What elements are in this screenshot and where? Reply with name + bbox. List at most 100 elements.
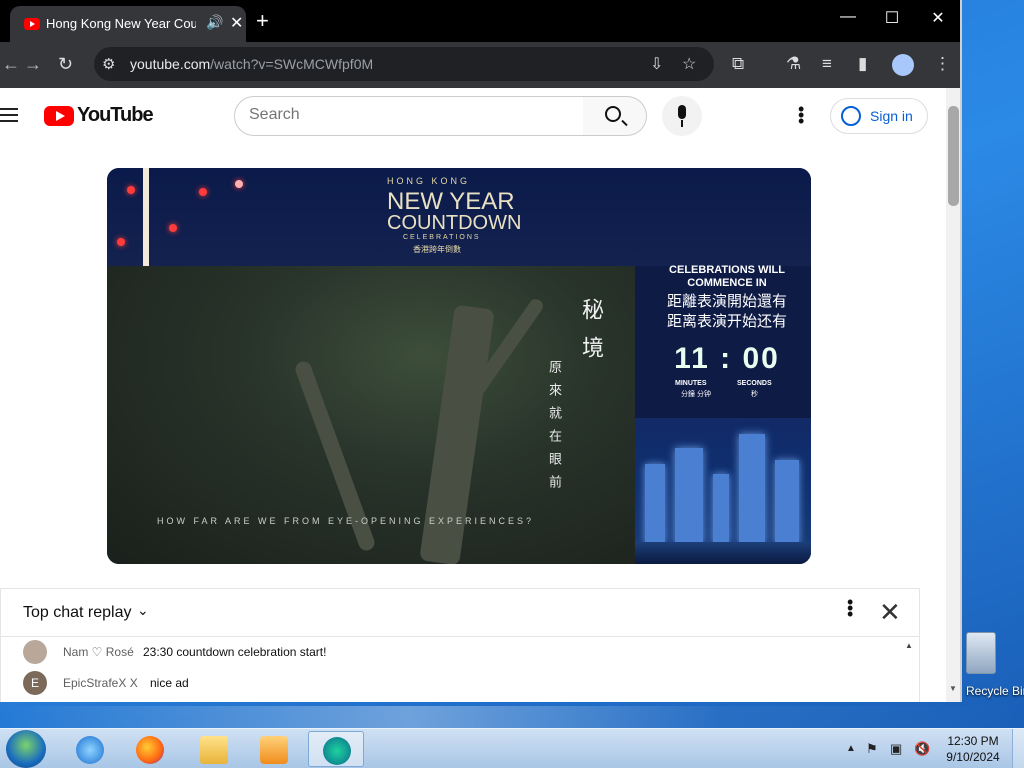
tab-close-button[interactable]: ✕ [230,13,243,33]
skyline-building [775,460,799,544]
network-icon[interactable]: ▣ [890,741,902,757]
chat-kebab-icon[interactable]: • • • [847,593,853,623]
chat-header: Top chat replay ⌄ • • • ✕ [1,589,919,637]
search-input[interactable] [249,106,569,124]
tab-strip: Hong Kong New Year Countdown Celebration… [0,0,960,42]
folder-icon [200,736,228,764]
extensions-icon[interactable]: ⧉ [732,54,744,74]
profile-avatar-icon[interactable] [892,54,914,76]
firework-trail [143,168,149,268]
minutes-label-zh: 分鐘 分钟 [681,391,711,398]
chat-author[interactable]: EpicStrafeX X [63,676,138,690]
chrome-menu-icon[interactable]: ⋮ [934,54,951,74]
url-text[interactable]: youtube.com/watch?v=SWcMCWfpf0M [130,56,373,72]
show-desktop-button[interactable] [1012,729,1024,768]
chat-scroll-up-icon[interactable]: ▲ [905,641,913,650]
url-domain: youtube.com [130,56,211,72]
media-player-icon [260,736,288,764]
start-button[interactable] [6,730,46,768]
video-hk-label: HONG KONG [387,176,471,186]
commence-zh-trad: 距離表演開始還有 [666,293,787,310]
video-player[interactable]: HONG KONG NEW YEAR COUNTDOWN CELEBRATION… [107,168,811,564]
commence-zh-simp: 距离表演开始还有 [666,313,787,330]
firework-spark [169,224,177,232]
show-hidden-icons-icon[interactable]: ▲ [846,743,856,754]
search-box[interactable] [234,96,584,136]
bookmark-star-icon[interactable]: ☆ [682,54,696,74]
action-center-flag-icon[interactable]: ⚑ [866,741,878,757]
back-icon[interactable]: ← [2,54,20,75]
firefox-icon [136,736,164,764]
scrollbar-thumb[interactable] [948,106,959,206]
skyline-building [645,464,665,544]
taskbar-ie[interactable] [62,731,118,767]
firework-spark [117,238,125,246]
system-clock[interactable]: 12:30 PM 9/10/2024 [938,733,1008,765]
recycle-bin-icon[interactable] [966,632,996,674]
chat-author[interactable]: Nam ♡ Rosé [63,645,134,659]
install-app-icon[interactable]: ⇩ [650,54,663,74]
vertical-title: 秘境 [579,298,604,374]
avatar[interactable]: E [23,671,47,695]
sign-in-button[interactable]: Sign in [830,98,928,134]
browser-app-icon [323,737,351,765]
youtube-logo-icon[interactable] [44,106,74,126]
address-bar[interactable]: ⚙ youtube.com/watch?v=SWcMCWfpf0M ⇩ ☆ [94,47,714,81]
search-button[interactable] [583,96,647,136]
video-celebrations: CELEBRATIONS [403,234,481,241]
side-panel-icon[interactable]: ▮ [858,54,867,74]
skyline-building [739,434,765,544]
clock-date: 9/10/2024 [946,750,1000,764]
taskbar-media-player[interactable] [246,731,302,767]
voice-search-mic-icon[interactable] [662,96,702,136]
taskbar-firefox[interactable] [122,731,178,767]
seconds-label: SECONDS [737,380,772,387]
forward-icon[interactable]: → [24,54,42,75]
wallpaper-streak [0,706,1024,728]
youtube-page: YouTube ••• Sign in [0,88,946,702]
youtube-favicon-icon [24,18,40,30]
firework-spark [199,188,207,196]
avatar[interactable] [23,640,47,664]
video-caption: HOW FAR ARE WE FROM EYE-OPENING EXPERIEN… [157,516,535,526]
url-path: /watch?v=SWcMCWfpf0M [210,56,374,72]
countdown-timer: 11 : 00 [674,342,780,375]
chat-mode-dropdown[interactable]: Top chat replay [23,604,132,622]
skyline-building [675,448,703,544]
media-control-icon[interactable]: ≡ [822,54,832,74]
new-tab-button[interactable]: + [256,8,269,34]
minimize-button[interactable]: — [834,8,862,26]
firework-spark [127,186,135,194]
labs-flask-icon[interactable]: ⚗ [786,54,801,74]
youtube-wordmark[interactable]: YouTube [77,104,154,127]
recycle-bin-label: Recycle Bin [966,684,1024,698]
harbour-water [635,542,811,564]
internet-explorer-icon [76,736,104,764]
tab-title: Hong Kong New Year Countdown Celebration… [46,16,196,31]
maximize-button[interactable]: ☐ [878,8,906,28]
settings-kebab-icon[interactable]: • • • [798,100,804,130]
recycle-bin[interactable]: Recycle Bin [966,632,1024,702]
chat-message: E EpicStrafeX X nice ad [23,671,903,695]
skyline-building [713,474,729,544]
hamburger-menu-icon[interactable] [0,108,18,126]
firework-spark [235,180,243,188]
seconds-label-zh: 秒 [751,391,758,398]
close-chat-icon[interactable]: ✕ [879,597,901,628]
chevron-down-icon[interactable]: ⌄ [137,602,149,619]
page-scrollbar[interactable]: ▼ [946,88,960,702]
browser-toolbar: ← → ↻ ⚙ youtube.com/watch?v=SWcMCWfpf0M … [0,42,960,88]
taskbar-browser[interactable] [308,731,364,767]
browser-window: Hong Kong New Year Countdown Celebration… [0,0,962,702]
close-window-button[interactable]: ✕ [924,8,952,28]
live-chat-panel: Top chat replay ⌄ • • • ✕ Nam ♡ Rosé 23:30… [0,588,920,702]
volume-muted-icon[interactable]: 🔇 [914,741,930,757]
taskbar-explorer[interactable] [186,731,242,767]
speaker-icon[interactable]: 🔊 [206,14,223,31]
site-info-icon[interactable]: ⚙ [102,55,115,73]
scroll-down-icon[interactable]: ▼ [949,684,957,693]
chat-text: nice ad [150,676,189,690]
windows-taskbar: ▲ ⚑ ▣ 🔇 12:30 PM 9/10/2024 [0,728,1024,768]
reload-icon[interactable]: ↻ [58,54,73,75]
tab-youtube[interactable]: Hong Kong New Year Countdown Celebration… [10,6,246,42]
